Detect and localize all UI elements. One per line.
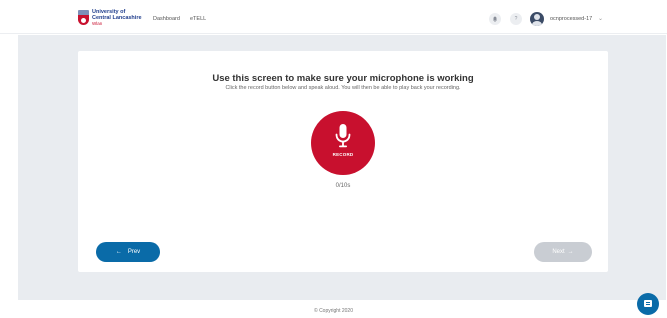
help-icon: ? <box>514 16 518 22</box>
logo-line-3: Wlan <box>92 21 103 26</box>
university-logo[interactable]: University of Central Lancashire Wlan <box>78 9 144 31</box>
arrow-left-icon: ← <box>115 249 122 255</box>
page-title: Use this screen to make sure your microp… <box>212 73 474 84</box>
page-instructions: Click the record button below and speak … <box>225 85 461 91</box>
crest-icon <box>78 10 89 25</box>
arrow-right-icon: → <box>567 249 574 255</box>
chat-icon <box>644 300 652 307</box>
chat-button[interactable] <box>637 293 659 315</box>
mic-check-card: Use this screen to make sure your microp… <box>78 51 608 272</box>
prev-label: Prev <box>127 249 141 255</box>
username-label[interactable]: ocnprocessed-17 <box>550 16 592 22</box>
notifications-button[interactable] <box>489 13 501 25</box>
chevron-down-icon[interactable]: ⌄ <box>598 15 603 22</box>
record-button[interactable]: RECORD <box>311 111 375 175</box>
next-label: Next <box>552 249 565 255</box>
prev-button[interactable]: ← Prev <box>96 242 160 262</box>
bell-icon <box>492 16 498 22</box>
help-button[interactable]: ? <box>510 13 522 25</box>
next-button[interactable]: Next → <box>534 242 592 262</box>
record-label: RECORD <box>332 152 354 157</box>
microphone-icon <box>335 124 351 148</box>
avatar[interactable] <box>530 12 544 26</box>
nav-etell-link[interactable]: eTELL <box>190 16 206 22</box>
recording-timer: 0/10s <box>335 183 351 189</box>
footer-copyright: © Copyright 2020 <box>314 308 353 314</box>
top-navbar: University of Central Lancashire Wlan Da… <box>0 0 667 34</box>
nav-dashboard-link[interactable]: Dashboard <box>153 16 180 22</box>
